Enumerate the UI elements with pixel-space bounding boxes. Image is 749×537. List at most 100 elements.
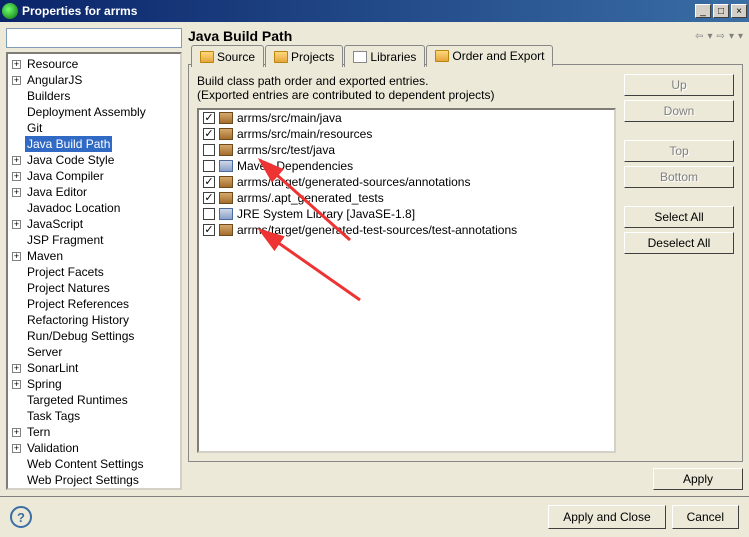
tree-item-label: Project Natures	[25, 280, 112, 296]
list-item[interactable]: arrms/.apt_generated_tests	[199, 190, 614, 206]
expand-icon[interactable]: +	[12, 188, 21, 197]
back-icon[interactable]: ⇦	[695, 31, 703, 42]
checkbox[interactable]	[203, 112, 215, 124]
checkbox[interactable]	[203, 224, 215, 236]
cancel-button[interactable]: Cancel	[672, 505, 739, 529]
list-item[interactable]: arrms/src/main/resources	[199, 126, 614, 142]
tree-item-label: Tern	[25, 424, 52, 440]
expand-icon[interactable]: +	[12, 444, 21, 453]
entries-list[interactable]: arrms/src/main/javaarrms/src/main/resour…	[197, 108, 616, 453]
tree-item[interactable]: + Spring	[8, 376, 180, 392]
tree-item[interactable]: + Java Compiler	[8, 168, 180, 184]
tree-item[interactable]: Web Content Settings	[8, 456, 180, 472]
list-item[interactable]: Maven Dependencies	[199, 158, 614, 174]
tree-item[interactable]: + Resource	[8, 56, 180, 72]
tab-projects[interactable]: Projects	[265, 45, 343, 67]
tree-item-label: Run/Debug Settings	[25, 328, 136, 344]
list-item[interactable]: arrms/src/main/java	[199, 110, 614, 126]
checkbox[interactable]	[203, 144, 215, 156]
tree-item[interactable]: Java Build Path	[8, 136, 180, 152]
expand-icon[interactable]: +	[12, 364, 21, 373]
tree-item[interactable]: + AngularJS	[8, 72, 180, 88]
checkbox[interactable]	[203, 128, 215, 140]
tab-source[interactable]: Source	[191, 45, 264, 67]
tree-item-label: Web Project Settings	[25, 472, 141, 488]
tab-libraries[interactable]: Libraries	[344, 45, 425, 67]
expand-icon[interactable]: +	[12, 172, 21, 181]
tree-item[interactable]: Project References	[8, 296, 180, 312]
tree-item[interactable]: + Tern	[8, 424, 180, 440]
maximize-button[interactable]: □	[713, 4, 729, 18]
list-item[interactable]: arrms/target/generated-test-sources/test…	[199, 222, 614, 238]
tree-item-label: AngularJS	[25, 72, 84, 88]
bottom-button[interactable]: Bottom	[624, 166, 734, 188]
tree-item[interactable]: Targeted Runtimes	[8, 392, 180, 408]
help-icon[interactable]: ?	[10, 506, 32, 528]
tree-item-label: JSP Fragment	[25, 232, 105, 248]
list-item[interactable]: JRE System Library [JavaSE-1.8]	[199, 206, 614, 222]
tree-item[interactable]: +XDoclet	[8, 488, 180, 490]
tree-item-label: Java Editor	[25, 184, 89, 200]
tree-item[interactable]: Javadoc Location	[8, 200, 180, 216]
jar-icon	[219, 208, 233, 220]
expand-icon[interactable]: +	[12, 428, 21, 437]
tree-item[interactable]: JSP Fragment	[8, 232, 180, 248]
checkbox[interactable]	[203, 208, 215, 220]
folder-icon	[274, 51, 288, 63]
top-button[interactable]: Top	[624, 140, 734, 162]
apply-button[interactable]: Apply	[653, 468, 743, 490]
entry-label: JRE System Library [JavaSE-1.8]	[237, 207, 415, 221]
expand-icon[interactable]: +	[12, 60, 21, 69]
tree-item[interactable]: +Validation	[8, 440, 180, 456]
tree-item[interactable]: Run/Debug Settings	[8, 328, 180, 344]
tree-item[interactable]: Task Tags	[8, 408, 180, 424]
tree-item-label: JavaScript	[25, 216, 85, 232]
jar-icon	[219, 160, 233, 172]
tree-item[interactable]: Project Natures	[8, 280, 180, 296]
tree-item[interactable]: Project Facets	[8, 264, 180, 280]
tree-item[interactable]: Web Project Settings	[8, 472, 180, 488]
tree-item[interactable]: Refactoring History	[8, 312, 180, 328]
select-all-button[interactable]: Select All	[624, 206, 734, 228]
expand-icon[interactable]: +	[12, 252, 21, 261]
forward-icon[interactable]: ⇨	[717, 31, 725, 42]
minimize-button[interactable]: _	[695, 4, 711, 18]
expand-icon[interactable]: +	[12, 76, 21, 85]
tree-item-label: Java Code Style	[25, 152, 116, 168]
tree-item-label: Resource	[25, 56, 80, 72]
expand-icon[interactable]: +	[12, 380, 21, 389]
tree-item[interactable]: + JavaScript	[8, 216, 180, 232]
page-title: Java Build Path	[188, 28, 292, 44]
pkg-icon	[219, 112, 233, 124]
checkbox[interactable]	[203, 176, 215, 188]
expand-icon[interactable]: +	[12, 156, 21, 165]
apply-and-close-button[interactable]: Apply and Close	[548, 505, 665, 529]
tree-item[interactable]: + Java Code Style	[8, 152, 180, 168]
filter-input[interactable]	[6, 28, 182, 48]
hint-line2: (Exported entries are contributed to dep…	[197, 88, 616, 102]
checkbox[interactable]	[203, 160, 215, 172]
tree-item[interactable]: + Java Editor	[8, 184, 180, 200]
checkbox[interactable]	[203, 192, 215, 204]
tree-item-label: Builders	[25, 88, 72, 104]
pkg-icon	[219, 128, 233, 140]
tree-item[interactable]: +SonarLint	[8, 360, 180, 376]
tree-item[interactable]: +Maven	[8, 248, 180, 264]
category-tree[interactable]: + Resource + AngularJSBuildersDeployment As…	[6, 52, 182, 490]
tree-item[interactable]: Builders	[8, 88, 180, 104]
down-button[interactable]: Down	[624, 100, 734, 122]
nav-arrows[interactable]: ⇦▾ ⇨▾ ▾	[695, 31, 743, 42]
close-button[interactable]: ×	[731, 4, 747, 18]
tree-item-label: Javadoc Location	[25, 200, 122, 216]
tree-item[interactable]: Server	[8, 344, 180, 360]
tree-item[interactable]: Deployment Assembly	[8, 104, 180, 120]
tree-item-label: Java Compiler	[25, 168, 106, 184]
up-button[interactable]: Up	[624, 74, 734, 96]
list-item[interactable]: arrms/src/test/java	[199, 142, 614, 158]
tree-item-label: Spring	[25, 376, 64, 392]
tree-item[interactable]: Git	[8, 120, 180, 136]
expand-icon[interactable]: +	[12, 220, 21, 229]
list-item[interactable]: arrms/target/generated-sources/annotatio…	[199, 174, 614, 190]
deselect-all-button[interactable]: Deselect All	[624, 232, 734, 254]
tab-order-and-export[interactable]: Order and Export	[426, 45, 553, 67]
